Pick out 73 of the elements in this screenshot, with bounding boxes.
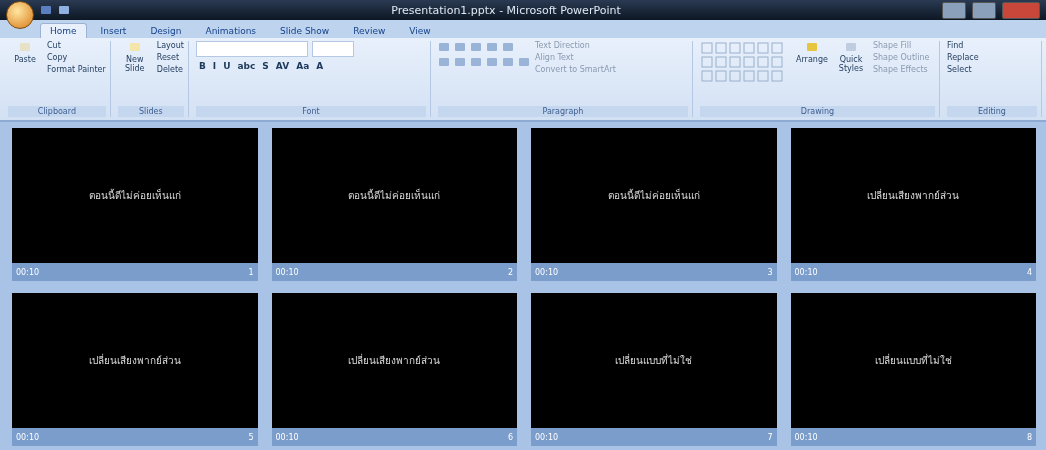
quick-styles-button[interactable]: Quick Styles	[833, 41, 868, 73]
ribbon-tab[interactable]: Design	[140, 23, 192, 38]
ribbon-tab[interactable]: View	[399, 23, 441, 38]
editing-button[interactable]: Find	[947, 41, 979, 50]
font-format-button[interactable]: S	[259, 60, 272, 72]
slide-title: เปลี่ยนเสียงพากย์ส่วน	[867, 188, 960, 203]
font-format-button[interactable]: Aa	[293, 60, 313, 72]
slide-title: เปลี่ยนแบบที่ไม่ใช่	[615, 353, 693, 368]
font-name-field[interactable]	[195, 41, 308, 57]
slide-title: เปลี่ยนแบบที่ไม่ใช่	[874, 353, 952, 368]
slide-number: 2	[507, 267, 513, 277]
slide-number: 3	[767, 267, 773, 277]
window-title: Presentation1.pptx - Microsoft PowerPoint	[390, 3, 622, 17]
maximize-button[interactable]	[972, 1, 996, 19]
close-button[interactable]	[1002, 1, 1040, 19]
slide-timing: 00:10	[16, 267, 40, 277]
font-format-button[interactable]: A	[313, 60, 327, 72]
ribbon-tab[interactable]: Home	[40, 23, 87, 38]
ribbon-tab[interactable]: Animations	[195, 23, 267, 38]
font-format-button[interactable]: U	[220, 60, 234, 72]
clipboard-button[interactable]: Copy	[47, 53, 106, 62]
slide-timing: 00:10	[794, 432, 818, 442]
group-label: Paragraph	[437, 106, 688, 117]
group-label: Clipboard	[8, 106, 106, 117]
font-format-button[interactable]: AV	[272, 60, 293, 72]
office-button[interactable]	[6, 1, 34, 29]
slide-timing: 00:10	[535, 432, 559, 442]
group-label: Drawing	[699, 106, 935, 117]
arrange-button[interactable]: Arrange	[794, 41, 829, 64]
slide-thumbnail[interactable]: เปลี่ยนแบบที่ไม่ใช่	[790, 293, 1036, 428]
font-format-button[interactable]: abc	[234, 60, 259, 72]
slides-button[interactable]: Reset	[156, 53, 184, 62]
slide-timing: 00:10	[275, 267, 299, 277]
paste-button[interactable]: Paste	[8, 41, 42, 64]
font-format-button[interactable]: I	[209, 60, 220, 72]
slide-timing: 00:10	[275, 432, 299, 442]
slide-number: 4	[1026, 267, 1032, 277]
slide-number: 7	[767, 432, 773, 442]
slides-button[interactable]: Delete	[156, 65, 184, 74]
slide-number: 8	[1026, 432, 1032, 442]
clipboard-button[interactable]: Cut	[47, 41, 106, 50]
slide-title: เปลี่ยนเสียงพากย์ส่วน	[88, 353, 181, 368]
slide-timing: 00:10	[794, 267, 818, 277]
new-slide-button[interactable]: New Slide	[117, 41, 152, 73]
ribbon-tab[interactable]: Insert	[90, 23, 137, 38]
editing-button[interactable]: Replace	[947, 53, 979, 62]
ribbon-tab[interactable]: Review	[343, 23, 396, 38]
slide-thumbnail[interactable]: เปลี่ยนแบบที่ไม่ใช่	[531, 293, 777, 428]
slide-thumbnail[interactable]: เปลี่ยนเสียงพากย์ส่วน	[790, 128, 1036, 263]
minimize-button[interactable]	[942, 1, 966, 19]
slide-thumbnail[interactable]: ตอนนี้ดีไม่ค่อยเห็นแก่	[12, 128, 258, 263]
slide-title: เปลี่ยนเสียงพากย์ส่วน	[348, 353, 441, 368]
font-format-button[interactable]: B	[195, 60, 209, 72]
slide-title: ตอนนี้ดีไม่ค่อยเห็นแก่	[348, 188, 441, 203]
clipboard-button[interactable]: Format Painter	[47, 65, 106, 74]
group-label: Slides	[117, 106, 184, 117]
slide-timing: 00:10	[16, 432, 40, 442]
slide-title: ตอนนี้ดีไม่ค่อยเห็นแก่	[607, 188, 700, 203]
slide-thumbnail[interactable]: เปลี่ยนเสียงพากย์ส่วน	[12, 293, 258, 428]
slide-thumbnail[interactable]: ตอนนี้ดีไม่ค่อยเห็นแก่	[271, 128, 517, 263]
slide-title: ตอนนี้ดีไม่ค่อยเห็นแก่	[88, 188, 181, 203]
slide-number: 5	[248, 432, 254, 442]
group-label: Editing	[947, 106, 1037, 117]
slide-number: 1	[248, 267, 254, 277]
group-label: Font	[195, 106, 426, 117]
slide-thumbnail[interactable]: ตอนนี้ดีไม่ค่อยเห็นแก่	[531, 128, 777, 263]
slide-number: 6	[507, 432, 513, 442]
slides-button[interactable]: Layout	[156, 41, 184, 50]
slide-thumbnail[interactable]: เปลี่ยนเสียงพากย์ส่วน	[271, 293, 517, 428]
slide-timing: 00:10	[535, 267, 559, 277]
ribbon-tab[interactable]: Slide Show	[270, 23, 340, 38]
editing-button[interactable]: Select	[947, 65, 979, 74]
font-size-field[interactable]	[311, 41, 354, 57]
